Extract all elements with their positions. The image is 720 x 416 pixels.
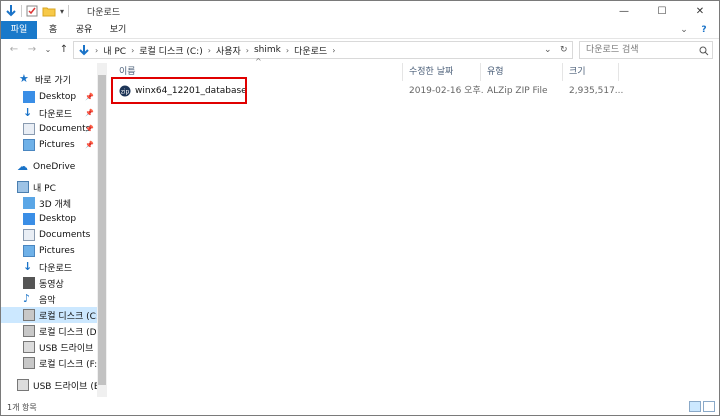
nav-scrollbar[interactable] (97, 63, 107, 397)
title-bar: ▾ 다운로드 — ☐ ✕ (1, 1, 719, 21)
file-type: ALZip ZIP File (487, 86, 548, 96)
download-arrow-icon: ↓ (23, 106, 33, 119)
details-view-icon[interactable] (689, 401, 701, 412)
tab-home[interactable]: 홈 (43, 21, 63, 39)
usb-drive-icon (17, 379, 29, 391)
quick-access-toolbar: ▾ (5, 4, 73, 18)
scrollbar-thumb[interactable] (98, 75, 106, 385)
usb-drive-icon (23, 341, 35, 353)
ribbon-expand-icon[interactable]: ⌄ (677, 21, 691, 39)
tab-view[interactable]: 보기 (105, 21, 131, 39)
address-bar[interactable]: › 내 PC › 로컬 디스크 (C:) › 사용자 › shimk › 다운로드 › ⌄… (73, 41, 573, 59)
recent-locations-icon[interactable]: ⌄ (41, 43, 55, 57)
nav-pc-usb-drive-e[interactable]: USB 드라이브 (E (1, 339, 97, 355)
item-count: 1개 항목 (7, 403, 37, 412)
status-bar: 1개 항목 (1, 399, 719, 415)
nav-quick-documents[interactable]: Documents 📌 (1, 121, 97, 137)
refresh-icon[interactable]: ↻ (560, 45, 568, 55)
nav-pc-pictures[interactable]: Pictures (1, 243, 97, 259)
documents-icon (23, 123, 35, 135)
navigation-pane: ★ 바로 가기 Desktop 📌 ↓ 다운로드 📌 Documents 📌 P… (1, 63, 108, 399)
desktop-icon (23, 91, 35, 103)
qa-dropdown-icon[interactable]: ▾ (60, 7, 64, 16)
back-button[interactable]: ← (7, 43, 21, 57)
search-icon[interactable] (699, 46, 709, 56)
nav-pc-desktop[interactable]: Desktop (1, 211, 97, 227)
ribbon-tabs: 파일 홈 공유 보기 ⌄ ? (1, 21, 719, 39)
nav-quick-access[interactable]: ★ 바로 가기 (1, 71, 97, 87)
file-date: 2019-02-16 오후... (409, 86, 483, 96)
nav-onedrive[interactable]: ☁ OneDrive (1, 159, 97, 175)
nav-pc-videos[interactable]: 동영상 (1, 275, 97, 291)
drive-icon (23, 309, 35, 321)
column-header-date[interactable]: 수정한 날짜 (403, 63, 481, 81)
nav-usb-drive[interactable]: USB 드라이브 (E:) (1, 377, 97, 393)
music-note-icon: ♪ (23, 292, 31, 305)
maximize-button[interactable]: ☐ (643, 1, 681, 21)
drive-icon (23, 357, 35, 369)
breadcrumb-this-pc[interactable]: 내 PC (103, 44, 126, 57)
address-row: ← → ⌄ ↑ › 내 PC › 로컬 디스크 (C:) › 사용자 › shimk ›… (1, 39, 719, 61)
pin-icon: 📌 (85, 109, 94, 117)
breadcrumb-users[interactable]: 사용자 (216, 44, 241, 57)
file-list: ^ 이름 수정한 날짜 유형 크기 zip winx64_12201_datab… (109, 57, 717, 399)
breadcrumb-downloads[interactable]: 다운로드 (294, 44, 327, 57)
breadcrumb-local-disk-c[interactable]: 로컬 디스크 (C:) (139, 44, 202, 57)
column-header-size[interactable]: 크기 (563, 63, 619, 81)
desktop-icon (23, 213, 35, 225)
nav-this-pc[interactable]: 내 PC (1, 179, 97, 195)
highlight-box (111, 77, 247, 104)
video-icon (23, 277, 35, 289)
cube-icon (23, 197, 35, 209)
new-folder-icon[interactable] (42, 5, 56, 17)
documents-icon (23, 229, 35, 241)
drive-icon (23, 325, 35, 337)
computer-icon (17, 181, 29, 193)
download-location-icon (79, 45, 89, 56)
properties-icon[interactable] (26, 5, 38, 17)
breadcrumb-shimk[interactable]: shimk (254, 45, 281, 55)
explorer-window: ▾ 다운로드 — ☐ ✕ 파일 홈 공유 보기 ⌄ ? ← → ⌄ ↑ › 내 P… (0, 0, 720, 416)
download-arrow-icon (6, 5, 16, 17)
file-size: 2,935,517... (569, 86, 623, 96)
pictures-icon (23, 245, 35, 257)
help-icon[interactable]: ? (697, 21, 711, 39)
address-dropdown-icon[interactable]: ⌄ (544, 45, 552, 55)
nav-pc-downloads[interactable]: ↓ 다운로드 (1, 259, 97, 275)
nav-pc-local-disk-f[interactable]: 로컬 디스크 (F:) (1, 355, 97, 371)
column-header-type[interactable]: 유형 (481, 63, 563, 81)
up-button[interactable]: ↑ (57, 43, 71, 57)
download-arrow-icon: ↓ (23, 260, 33, 273)
nav-pc-local-disk-d[interactable]: 로컬 디스크 (D:) (1, 323, 97, 339)
cloud-icon: ☁ (17, 160, 28, 173)
forward-button[interactable]: → (25, 43, 39, 57)
nav-quick-downloads[interactable]: ↓ 다운로드 📌 (1, 105, 97, 121)
nav-pc-documents[interactable]: Documents (1, 227, 97, 243)
pin-icon: 📌 (85, 125, 94, 133)
large-icons-view-icon[interactable] (703, 401, 715, 412)
nav-quick-pictures[interactable]: Pictures 📌 (1, 137, 97, 153)
tab-share[interactable]: 공유 (71, 21, 97, 39)
nav-pc-3d-objects[interactable]: 3D 개체 (1, 195, 97, 211)
nav-pc-music[interactable]: ♪ 음악 (1, 291, 97, 307)
pictures-icon (23, 139, 35, 151)
star-icon: ★ (19, 72, 29, 85)
tab-file[interactable]: 파일 (1, 21, 37, 39)
nav-quick-desktop[interactable]: Desktop 📌 (1, 89, 97, 105)
pin-icon: 📌 (85, 93, 94, 101)
close-button[interactable]: ✕ (681, 1, 719, 21)
nav-pc-local-disk-c[interactable]: 로컬 디스크 (C:) (1, 307, 97, 323)
search-input[interactable]: 다운로드 검색 (579, 41, 713, 59)
window-title: 다운로드 (87, 8, 121, 18)
minimize-button[interactable]: — (605, 1, 643, 21)
pin-icon: 📌 (85, 141, 94, 149)
